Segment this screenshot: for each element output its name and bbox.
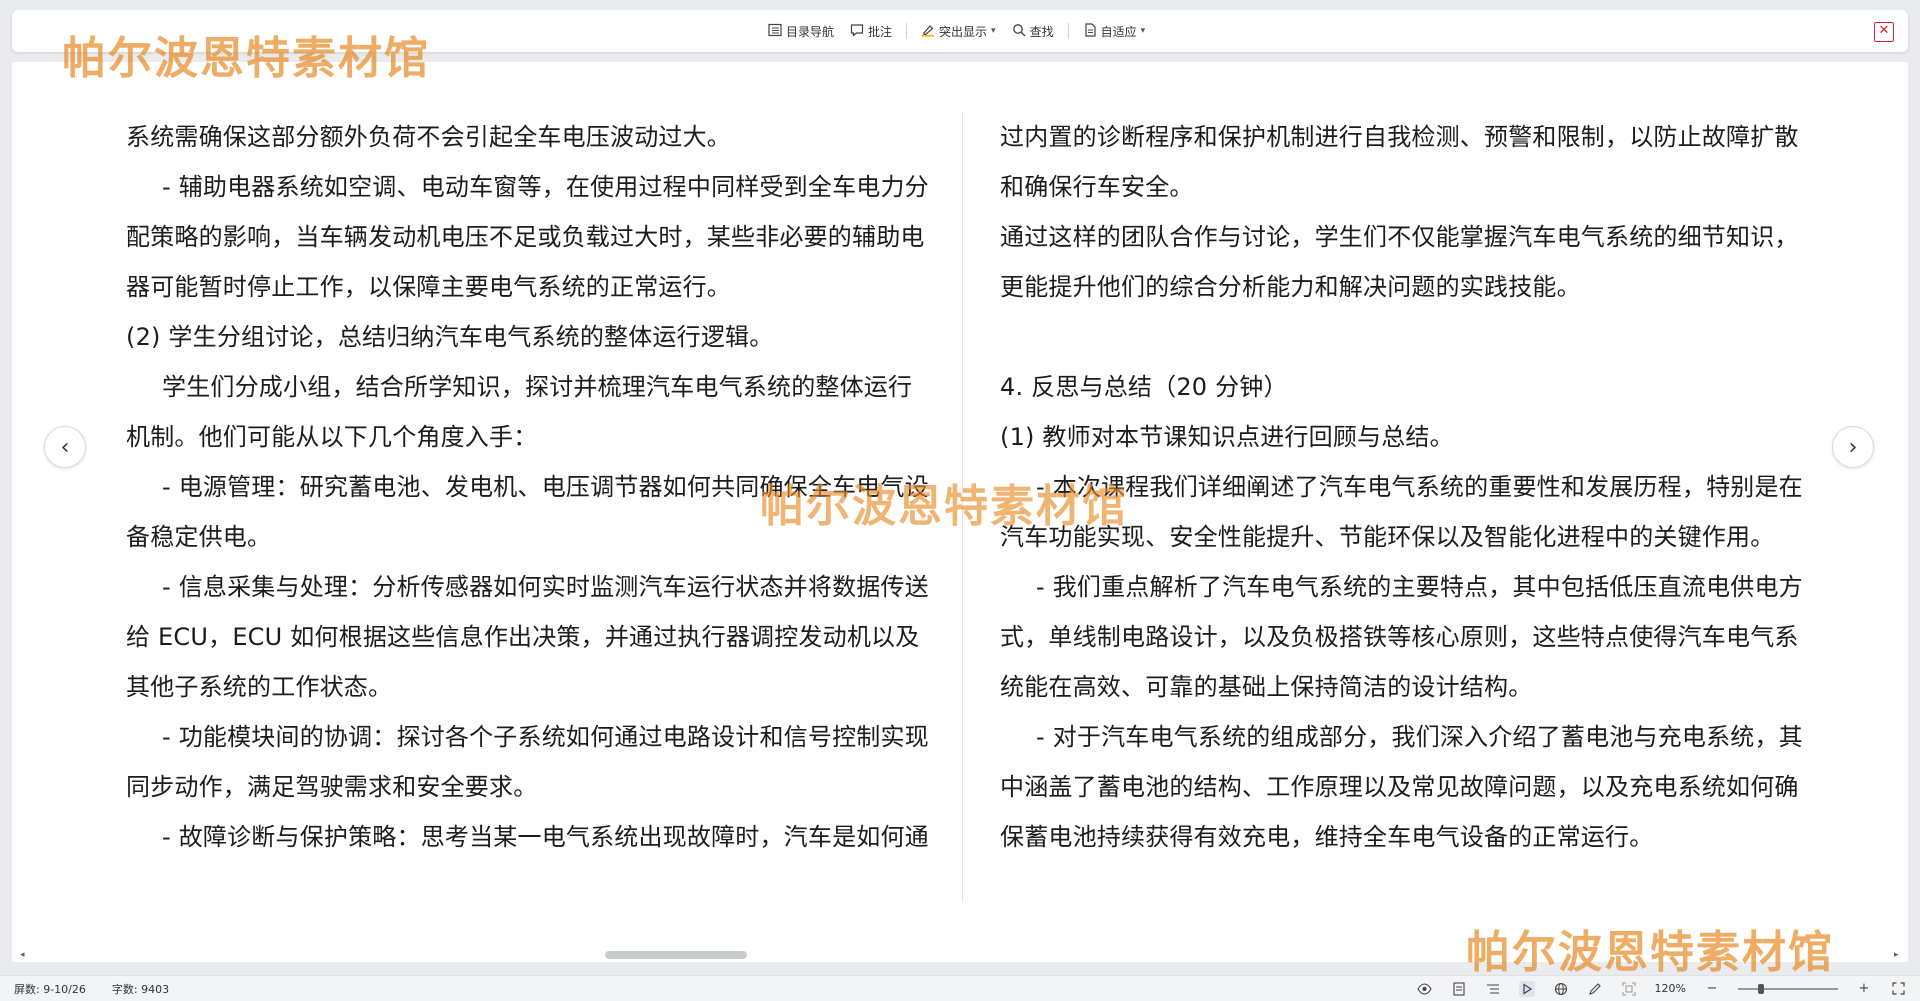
fit-screen-icon[interactable] [1621, 981, 1637, 997]
status-right: 120% − + [1417, 976, 1906, 1001]
chevron-down-icon: ▾ [991, 26, 996, 36]
chevron-left-icon[interactable]: ‹ [44, 426, 86, 468]
fullscreen-icon[interactable] [1890, 981, 1906, 997]
doc-paragraph: - 信息采集与处理：分析传感器如何实时监测汽车运行状态并将数据传送给 ECU，E… [126, 573, 929, 701]
highlighter-icon [921, 23, 935, 40]
comment-label: 批注 [868, 24, 893, 39]
toolbar-group: 目录导航 批注 突出显示 ▾ 查找 自适应 ▾ [762, 10, 1151, 52]
eye-icon[interactable] [1417, 981, 1433, 997]
comment-button[interactable]: 批注 [844, 19, 898, 44]
horizontal-scrollbar-thumb[interactable] [605, 951, 747, 959]
highlight-label: 突出显示 [939, 24, 988, 39]
doc-paragraph: 通过这样的团队合作与讨论，学生们不仅能掌握汽车电气系统的细节知识，更能提升他们的… [1000, 223, 1799, 301]
zoom-level[interactable]: 120% [1655, 982, 1686, 995]
doc-paragraph: - 功能模块间的协调：探讨各个子系统如何通过电路设计和信号控制实现同步动作，满足… [126, 723, 929, 801]
toc-nav-button[interactable]: 目录导航 [762, 19, 840, 44]
comment-icon [850, 23, 864, 40]
toolbar-divider [906, 23, 908, 39]
watermark-bottom: 帕尔波恩特素材馆 [1466, 927, 1834, 978]
scroll-right-arrow-icon[interactable]: ▸ [1894, 950, 1899, 960]
globe-icon[interactable] [1553, 981, 1569, 997]
fit-mode-label: 自适应 [1100, 24, 1137, 39]
doc-paragraph: (1) 教师对本节课知识点进行回顾与总结。 [1000, 423, 1454, 451]
toc-icon [768, 23, 782, 40]
fit-mode-button[interactable]: 自适应 ▾ [1077, 19, 1152, 44]
toolbar-divider [1067, 23, 1069, 39]
highlight-button[interactable]: 突出显示 ▾ [915, 19, 1002, 44]
status-bar: 屏数: 9-10/26 字数: 9403 120% − + [0, 975, 1920, 1001]
screen-count: 屏数: 9-10/26 [14, 982, 86, 996]
zoom-in-icon[interactable]: + [1856, 981, 1872, 997]
doc-paragraph: - 故障诊断与保护策略：思考当某一电气系统出现故障时，汽车是如何通 [162, 823, 929, 851]
word-count: 字数: 9403 [111, 982, 170, 996]
status-left: 屏数: 9-10/26 字数: 9403 [14, 976, 169, 1001]
doc-paragraph: 系统需确保这部分额外负荷不会引起全车电压波动过大。 [126, 123, 731, 151]
page-icon [1083, 22, 1097, 40]
doc-paragraph: - 对于汽车电气系统的组成部分，我们深入介绍了蓄电池与充电系统，其中涵盖了蓄电池… [1000, 723, 1803, 851]
doc-paragraph: (2) 学生分组讨论，总结归纳汽车电气系统的整体运行逻辑。 [126, 323, 774, 351]
doc-paragraph: 过内置的诊断程序和保护机制进行自我检测、预警和限制，以防止故障扩散和确保行车安全… [1000, 123, 1799, 201]
zoom-out-icon[interactable]: − [1704, 981, 1720, 997]
zoom-slider[interactable] [1738, 983, 1838, 994]
chevron-down-icon: ▾ [1140, 26, 1146, 36]
search-icon [1012, 23, 1026, 40]
watermark-center: 帕尔波恩特素材馆 [760, 481, 1128, 532]
section-heading: 4. 反思与总结（20 分钟） [1000, 373, 1288, 401]
zoom-slider-knob[interactable] [1758, 983, 1764, 994]
chevron-right-icon[interactable]: › [1832, 426, 1874, 468]
doc-paragraph: - 我们重点解析了汽车电气系统的主要特点，其中包括低压直流电供电方式，单线制电路… [1000, 573, 1803, 701]
find-label: 查找 [1029, 24, 1054, 39]
page-view-icon[interactable] [1451, 981, 1467, 997]
find-button[interactable]: 查找 [1006, 19, 1060, 44]
outline-view-icon[interactable] [1485, 981, 1501, 997]
toc-nav-label: 目录导航 [786, 24, 835, 39]
close-icon[interactable]: ✕ [1874, 22, 1894, 42]
doc-paragraph: - 辅助电器系统如空调、电动车窗等，在使用过程中同样受到全车电力分配策略的影响，… [126, 173, 929, 301]
doc-paragraph: 学生们分成小组，结合所学知识，探讨并梳理汽车电气系统的整体运行机制。他们可能从以… [126, 373, 913, 451]
pen-icon[interactable] [1587, 981, 1603, 997]
play-icon[interactable] [1518, 980, 1535, 997]
scroll-left-arrow-icon[interactable]: ◂ [20, 950, 25, 960]
watermark-top: 帕尔波恩特素材馆 [62, 33, 430, 84]
